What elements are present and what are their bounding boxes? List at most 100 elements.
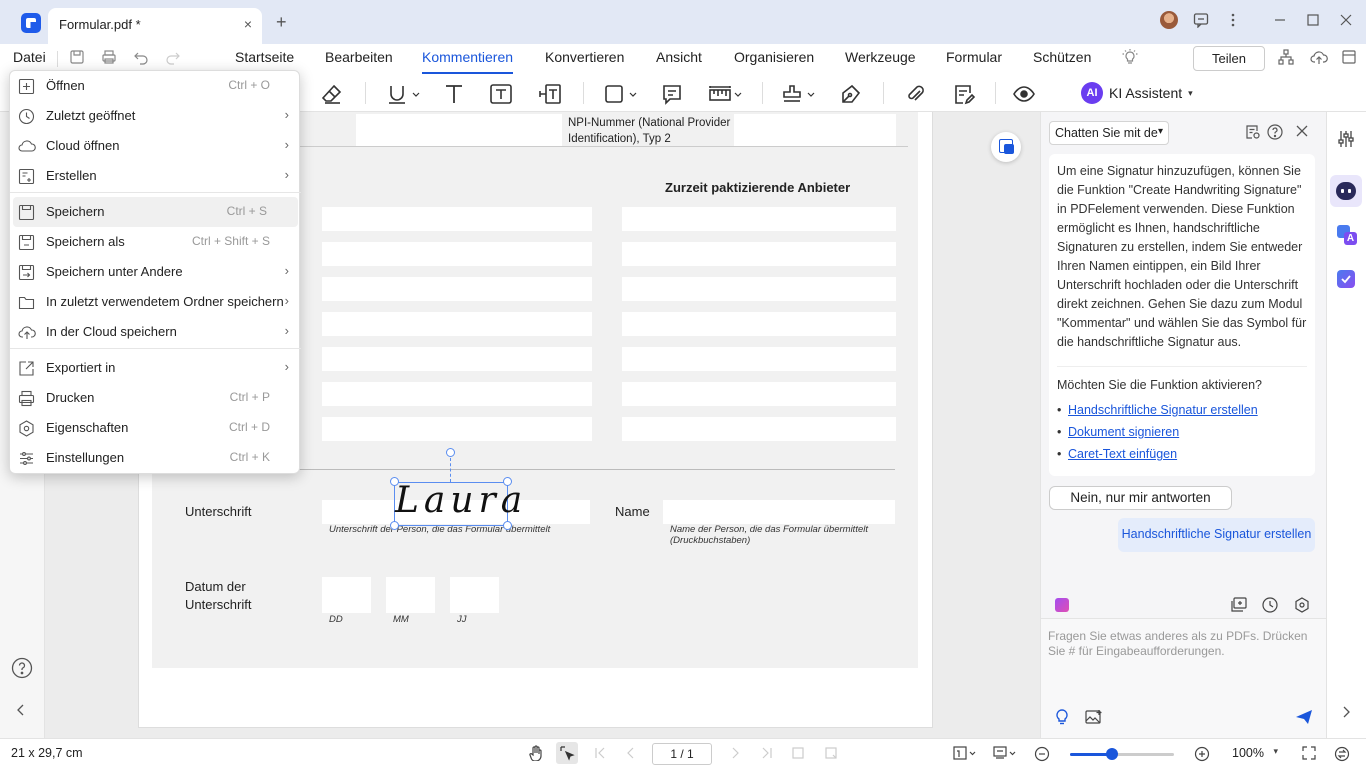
maximize-icon[interactable] bbox=[1306, 13, 1320, 27]
zoom-level-select[interactable]: 100% ▾ bbox=[1222, 743, 1288, 765]
provider-field[interactable] bbox=[622, 417, 896, 441]
fit-page-icon[interactable] bbox=[791, 746, 805, 760]
print-icon[interactable] bbox=[101, 49, 117, 65]
reply-only-button[interactable]: Nein, nur mir antworten bbox=[1049, 486, 1232, 510]
user-avatar[interactable] bbox=[1160, 11, 1178, 29]
tab-werkzeuge[interactable]: Werkzeuge bbox=[845, 49, 916, 65]
resize-handle[interactable] bbox=[503, 521, 512, 530]
provider-field[interactable] bbox=[622, 277, 896, 301]
document-tab[interactable]: Formular.pdf * × bbox=[48, 8, 262, 44]
hand-tool-icon[interactable] bbox=[528, 745, 544, 761]
file-menu-item[interactable]: Speichern unter Andere › bbox=[10, 257, 301, 287]
zoom-slider[interactable] bbox=[1070, 748, 1174, 760]
window-icon[interactable] bbox=[1341, 49, 1357, 65]
attachment-icon[interactable] bbox=[900, 79, 930, 109]
collapse-left-icon[interactable] bbox=[16, 704, 26, 716]
expand-right-icon[interactable] bbox=[1341, 706, 1351, 718]
fit-width-icon[interactable] bbox=[824, 746, 838, 760]
tab-formular[interactable]: Formular bbox=[946, 49, 1002, 65]
npi-field-1[interactable] bbox=[356, 114, 562, 146]
lightbulb-icon[interactable] bbox=[1122, 49, 1138, 67]
link-create-handwritten-signature[interactable]: Handschriftliche Signatur erstellen bbox=[1057, 403, 1258, 417]
file-menu-item[interactable]: Cloud öffnen › bbox=[10, 131, 301, 161]
lightbulb-icon[interactable] bbox=[1055, 709, 1069, 725]
shape-rectangle-icon[interactable] bbox=[601, 79, 641, 109]
file-menu-item[interactable]: Öffnen Ctrl + O bbox=[10, 71, 301, 101]
provider-field[interactable] bbox=[322, 277, 592, 301]
link-sign-document[interactable]: Dokument signieren bbox=[1057, 425, 1179, 439]
prompt-library-icon[interactable] bbox=[1055, 598, 1069, 612]
fullscreen-icon[interactable] bbox=[1302, 746, 1316, 760]
file-menu-item[interactable]: Eigenschaften Ctrl + D bbox=[10, 413, 301, 443]
file-menu-item[interactable]: Erstellen › bbox=[10, 161, 301, 191]
file-menu-item[interactable]: Speichern Ctrl + S bbox=[13, 197, 298, 227]
tab-startseite[interactable]: Startseite bbox=[235, 49, 294, 65]
chat-input[interactable]: Fragen Sie etwas anderes als zu PDFs. Dr… bbox=[1041, 618, 1327, 738]
prev-page-icon[interactable] bbox=[624, 746, 638, 760]
flow-icon[interactable] bbox=[1278, 49, 1294, 65]
tab-bearbeiten[interactable]: Bearbeiten bbox=[325, 49, 393, 65]
provider-field[interactable] bbox=[622, 382, 896, 406]
stamp-icon[interactable] bbox=[779, 79, 819, 109]
text-callout-icon[interactable] bbox=[535, 79, 565, 109]
provider-field[interactable] bbox=[322, 382, 592, 406]
eye-icon[interactable] bbox=[1009, 79, 1039, 109]
provider-field[interactable] bbox=[622, 242, 896, 266]
select-tool-icon[interactable] bbox=[556, 742, 578, 764]
eraser-icon[interactable] bbox=[317, 79, 347, 109]
scroll-mode-icon[interactable] bbox=[993, 746, 1017, 760]
translate-icon[interactable] bbox=[991, 132, 1021, 162]
settings-hex-icon[interactable] bbox=[1294, 597, 1310, 613]
minimize-icon[interactable] bbox=[1273, 13, 1287, 27]
tab-konvertieren[interactable]: Konvertieren bbox=[545, 49, 624, 65]
history-icon[interactable] bbox=[1262, 597, 1278, 613]
file-menu-item[interactable]: In der Cloud speichern › bbox=[10, 317, 301, 347]
page-layout-icon[interactable] bbox=[953, 746, 977, 760]
ai-translate-icon[interactable]: A bbox=[1337, 225, 1357, 245]
signature-annotation[interactable]: Laura bbox=[394, 481, 522, 526]
file-menu-button[interactable]: Datei bbox=[13, 49, 46, 65]
close-window-icon[interactable] bbox=[1339, 13, 1353, 27]
chat-mode-select[interactable]: Chatten Sie mit de ▾ bbox=[1049, 121, 1169, 145]
undo-icon[interactable] bbox=[133, 49, 149, 65]
resize-handle[interactable] bbox=[503, 477, 512, 486]
date-day-field[interactable] bbox=[322, 577, 371, 613]
provider-field[interactable] bbox=[322, 347, 592, 371]
provider-field[interactable] bbox=[622, 312, 896, 336]
zoom-in-icon[interactable] bbox=[1194, 746, 1210, 762]
next-page-icon[interactable] bbox=[728, 746, 742, 760]
new-tab-button[interactable]: + bbox=[276, 12, 287, 33]
ai-proofread-icon[interactable] bbox=[1337, 270, 1355, 288]
help-icon[interactable] bbox=[11, 657, 33, 679]
text-icon[interactable] bbox=[439, 79, 469, 109]
note-icon[interactable] bbox=[657, 79, 687, 109]
zoom-slider-knob[interactable] bbox=[1105, 748, 1118, 760]
new-chat-icon[interactable] bbox=[1230, 597, 1248, 613]
close-tab-icon[interactable]: × bbox=[244, 16, 252, 32]
share-button[interactable]: Teilen bbox=[1193, 46, 1265, 71]
measure-icon[interactable] bbox=[706, 79, 746, 109]
form-edit-icon[interactable] bbox=[949, 79, 979, 109]
textbox-icon[interactable] bbox=[486, 79, 516, 109]
provider-field[interactable] bbox=[322, 417, 592, 441]
ai-assistant-button[interactable]: AI KI Assistent ▾ bbox=[1081, 80, 1193, 106]
file-menu-item[interactable]: Drucken Ctrl + P bbox=[10, 383, 301, 413]
resize-handle[interactable] bbox=[390, 477, 399, 486]
signature-pen-icon[interactable] bbox=[836, 79, 866, 109]
tab-kommentieren[interactable]: Kommentieren bbox=[422, 49, 514, 74]
more-menu-icon[interactable] bbox=[1228, 12, 1238, 28]
tab-ansicht[interactable]: Ansicht bbox=[656, 49, 702, 65]
provider-field[interactable] bbox=[322, 207, 592, 231]
file-menu-item[interactable]: Zuletzt geöffnet › bbox=[10, 101, 301, 131]
file-menu-item[interactable]: Speichern als Ctrl + Shift + S bbox=[10, 227, 301, 257]
summary-icon[interactable] bbox=[1245, 124, 1261, 140]
provider-field[interactable] bbox=[322, 312, 592, 336]
send-icon[interactable] bbox=[1295, 709, 1313, 725]
npi-field-2[interactable] bbox=[734, 114, 896, 146]
date-month-field[interactable] bbox=[386, 577, 435, 613]
underline-icon[interactable] bbox=[383, 79, 423, 109]
last-page-icon[interactable] bbox=[760, 746, 774, 760]
provider-field[interactable] bbox=[622, 207, 896, 231]
ai-chat-rail-button[interactable] bbox=[1330, 175, 1362, 207]
file-menu-item[interactable]: In zuletzt verwendetem Ordner speichern › bbox=[10, 287, 301, 317]
